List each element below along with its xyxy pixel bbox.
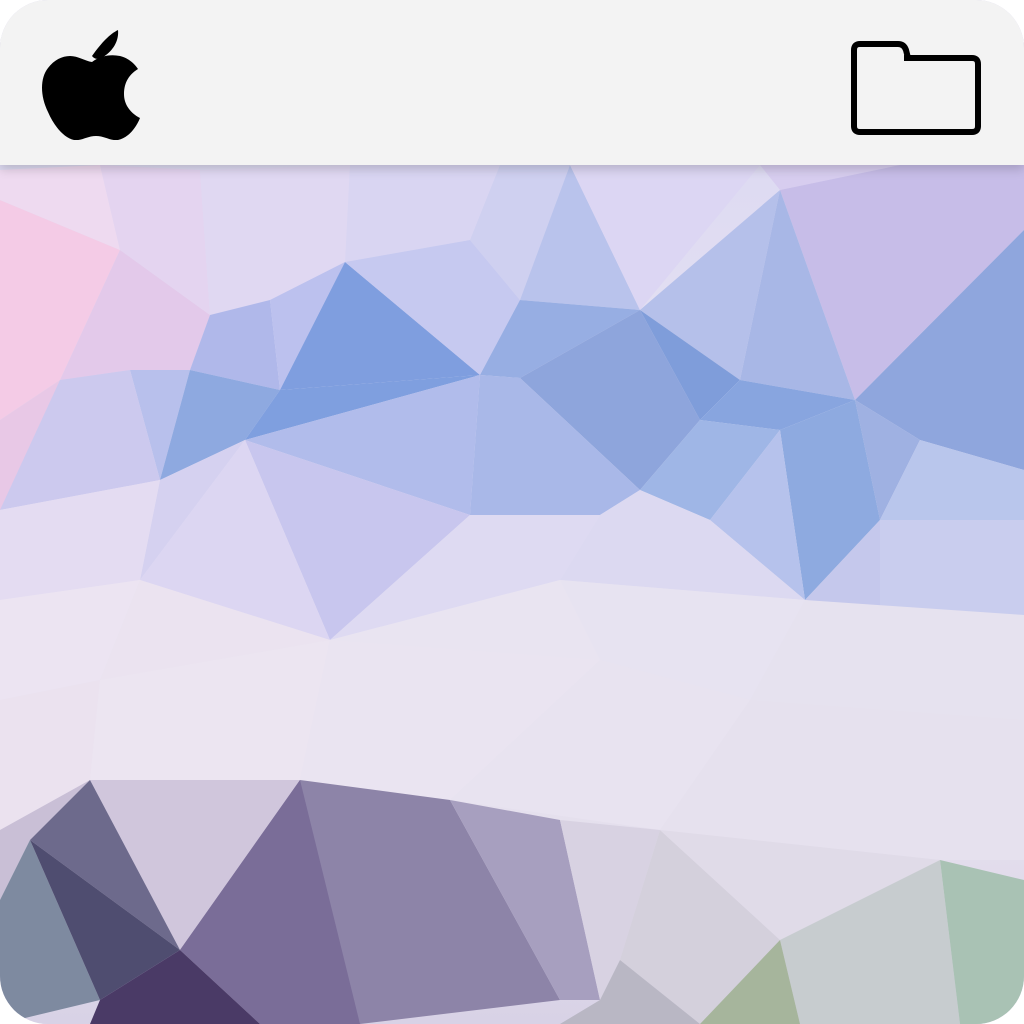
apple-logo-icon[interactable] xyxy=(40,16,144,141)
menu-bar xyxy=(0,0,1024,165)
screen xyxy=(0,0,1024,1024)
folder-icon[interactable] xyxy=(846,40,982,136)
